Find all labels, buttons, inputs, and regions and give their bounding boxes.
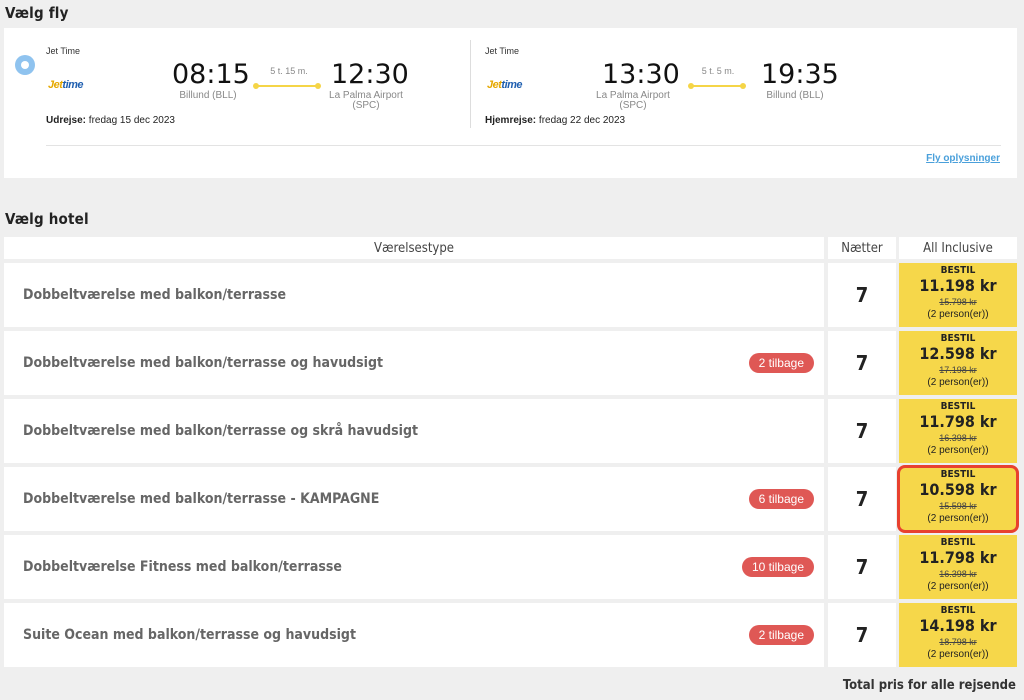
room-row: Dobbeltværelse med balkon/terrasse - KAM… (0, 465, 1024, 533)
outbound-duration: 5 t. 15 m. (270, 66, 308, 76)
nights-value: 7 (828, 399, 896, 463)
persons-label: (2 person(er)) (927, 309, 989, 320)
book-label: BESTIL (940, 333, 976, 344)
room-type-cell: Suite Ocean med balkon/terrasse og havud… (4, 603, 824, 667)
flight-section-title: Vælg fly (5, 4, 69, 22)
room-type-cell: Dobbeltværelse med balkon/terrasse og ha… (4, 331, 824, 395)
book-price-button[interactable]: BESTIL 12.598 kr 17.198 kr (2 person(er)) (899, 331, 1017, 395)
room-type-label: Suite Ocean med balkon/terrasse og havud… (23, 627, 356, 643)
nights-header: Nætter (828, 237, 896, 259)
outbound-leg: Jet Time Jettime 08:15 Billund (BLL) 5 t… (46, 28, 466, 138)
outbound-depart-time: 08:15 (172, 59, 250, 90)
room-type-cell: Dobbeltværelse med balkon/terrasse og sk… (4, 399, 824, 463)
price-value: 14.198 kr (919, 616, 997, 635)
leg-divider (470, 40, 471, 128)
return-depart-airport: La Palma Airport (SPC) (596, 90, 670, 111)
book-price-button[interactable]: BESTIL 10.598 kr 15.598 kr (2 person(er)) (897, 465, 1019, 533)
hotel-section-title: Vælg hotel (5, 210, 89, 228)
old-price-value: 18.798 kr (939, 637, 977, 647)
room-type-cell: Dobbeltværelse med balkon/terrasse - KAM… (4, 467, 824, 531)
outbound-arrive-airport: La Palma Airport (SPC) (329, 90, 403, 111)
room-type-label: Dobbeltværelse Fitness med balkon/terras… (23, 559, 342, 575)
outbound-depart-airport: Billund (BLL) (179, 90, 237, 101)
room-type-label: Dobbeltværelse med balkon/terrasse og ha… (23, 355, 384, 371)
persons-label: (2 person(er)) (927, 513, 989, 524)
flight-option-card[interactable]: Jet Time Jettime 08:15 Billund (BLL) 5 t… (4, 28, 1017, 178)
nights-value: 7 (828, 331, 896, 395)
book-label: BESTIL (940, 265, 976, 276)
persons-label: (2 person(er)) (927, 649, 989, 660)
nights-value: 7 (828, 263, 896, 327)
all-inclusive-header: All Inclusive (899, 237, 1017, 259)
price-value: 11.198 kr (919, 276, 997, 295)
room-type-label: Dobbeltværelse med balkon/terrasse - KAM… (23, 491, 380, 507)
return-arrive-airport: Billund (BLL) (766, 90, 824, 101)
card-divider (46, 145, 1001, 146)
outbound-date: Udrejse: fredag 15 dec 2023 (46, 115, 175, 126)
jettime-logo-icon: Jettime (48, 79, 84, 91)
room-type-cell: Dobbeltværelse Fitness med balkon/terras… (4, 535, 824, 599)
price-value: 12.598 kr (919, 344, 997, 363)
old-price-value: 16.398 kr (939, 569, 977, 579)
availability-badge: 10 tilbage (741, 557, 814, 577)
return-depart-time: 13:30 (602, 59, 680, 90)
flight-info-link[interactable]: Fly oplysninger (926, 153, 1000, 164)
book-label: BESTIL (940, 605, 976, 616)
old-price-value: 15.798 kr (939, 297, 977, 307)
book-price-button[interactable]: BESTIL 14.198 kr 18.798 kr (2 person(er)) (899, 603, 1017, 667)
book-label: BESTIL (940, 401, 976, 412)
persons-label: (2 person(er)) (927, 581, 989, 592)
old-price-value: 15.598 kr (939, 501, 977, 511)
room-row: Dobbeltværelse Fitness med balkon/terras… (0, 535, 1024, 599)
price-value: 10.598 kr (919, 480, 997, 499)
persons-label: (2 person(er)) (927, 445, 989, 456)
room-row: Dobbeltværelse med balkon/terrasse 7 BESTI… (0, 263, 1024, 327)
room-type-header: Værelsestype (4, 237, 824, 259)
flight-radio-button[interactable] (15, 55, 35, 75)
room-type-label: Dobbeltværelse med balkon/terrasse (23, 287, 287, 303)
room-row: Suite Ocean med balkon/terrasse og havud… (0, 603, 1024, 667)
return-airline-name: Jet Time (485, 46, 520, 56)
old-price-value: 16.398 kr (939, 433, 977, 443)
book-price-button[interactable]: BESTIL 11.798 kr 16.398 kr (2 person(er)) (899, 535, 1017, 599)
price-value: 11.798 kr (919, 412, 997, 431)
return-leg: Jet Time Jettime 13:30 La Palma Airport … (485, 28, 905, 138)
return-route-line (688, 83, 746, 89)
room-row: Dobbeltværelse med balkon/terrasse og sk… (0, 399, 1024, 463)
room-type-cell: Dobbeltværelse med balkon/terrasse (4, 263, 824, 327)
return-duration: 5 t. 5 m. (701, 66, 735, 76)
outbound-airline-name: Jet Time (46, 46, 81, 56)
room-row: Dobbeltværelse med balkon/terrasse og ha… (0, 331, 1024, 395)
return-date: Hjemrejse: fredag 22 dec 2023 (485, 115, 626, 126)
book-price-button[interactable]: BESTIL 11.198 kr 15.798 kr (2 person(er)) (899, 263, 1017, 327)
nights-value: 7 (828, 535, 896, 599)
nights-value: 7 (828, 603, 896, 667)
jettime-logo-icon: Jettime (487, 79, 523, 91)
book-label: BESTIL (940, 469, 976, 480)
book-label: BESTIL (940, 537, 976, 548)
outbound-arrive-time: 12:30 (331, 59, 409, 90)
availability-badge: 2 tilbage (748, 353, 814, 373)
old-price-value: 17.198 kr (939, 365, 977, 375)
room-type-label: Dobbeltværelse med balkon/terrasse og sk… (23, 423, 419, 439)
outbound-route-line (253, 83, 321, 89)
nights-value: 7 (828, 467, 896, 531)
availability-badge: 6 tilbage (748, 489, 814, 509)
return-arrive-time: 19:35 (761, 59, 839, 90)
persons-label: (2 person(er)) (927, 377, 989, 388)
price-value: 11.798 kr (919, 548, 997, 567)
total-price-label: Total pris for alle rejsende (842, 678, 1016, 693)
book-price-button[interactable]: BESTIL 11.798 kr 16.398 kr (2 person(er)) (899, 399, 1017, 463)
availability-badge: 2 tilbage (748, 625, 814, 645)
